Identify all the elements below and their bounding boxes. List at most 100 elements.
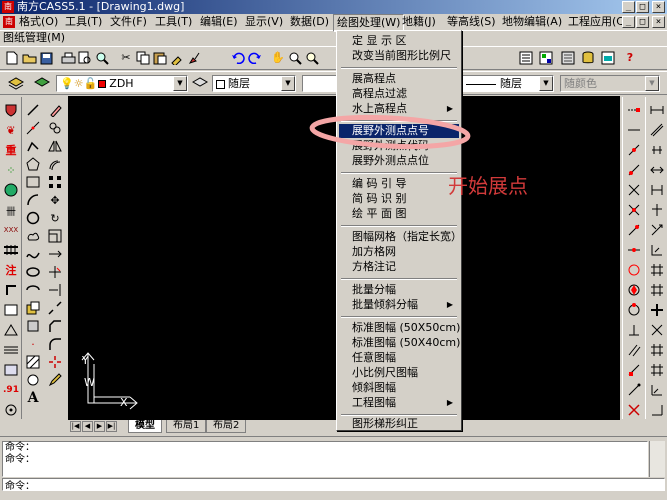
layer-previous-icon[interactable]: [192, 75, 208, 91]
copy-icon[interactable]: [135, 50, 151, 66]
move-icon[interactable]: ✥: [46, 191, 64, 209]
tab-last-icon[interactable]: ▶|: [106, 421, 117, 432]
dim-continue-icon[interactable]: [648, 261, 666, 279]
menu-tools-1[interactable]: 工具(T): [65, 15, 102, 29]
array-icon[interactable]: [46, 173, 64, 191]
menu-item-standard-sheet-50x50[interactable]: 标准图幅 (50X50cm): [339, 321, 460, 335]
app-maximize-button[interactable]: □: [636, 1, 649, 13]
spline-icon[interactable]: [24, 245, 42, 263]
command-scrollbar[interactable]: [649, 441, 665, 477]
dim-edit-icon[interactable]: [648, 341, 666, 359]
menu-item-trapezoid-correction[interactable]: 图形梯形纠正: [339, 417, 459, 431]
menu-contour[interactable]: 等高线(S): [447, 15, 496, 29]
make-layer-current-icon[interactable]: [34, 75, 50, 91]
snap-parallel-icon[interactable]: [625, 341, 643, 359]
menu-item-draw-plan[interactable]: 绘 平 面 图: [339, 207, 459, 221]
layer-manager-icon[interactable]: [8, 75, 24, 91]
trim-icon[interactable]: [46, 263, 64, 281]
polygon-icon[interactable]: [24, 155, 42, 173]
design-center-icon[interactable]: [538, 50, 554, 66]
tool-triangle-icon[interactable]: [2, 321, 20, 339]
tab-layout1[interactable]: 布局1: [166, 420, 207, 433]
menu-item-show-point-positions[interactable]: 展野外测点点位: [339, 154, 459, 168]
snap-node-icon[interactable]: [625, 381, 643, 399]
print-preview-icon[interactable]: [77, 50, 93, 66]
brush-icon[interactable]: [186, 50, 202, 66]
dim-update-icon[interactable]: [648, 361, 666, 379]
menu-item-sheet-grid[interactable]: 图幅网格（指定长宽）: [339, 230, 462, 244]
menu-item-define-display-area[interactable]: 定 显 示 区: [339, 34, 459, 48]
snap-perp2-icon[interactable]: [625, 321, 643, 339]
tool-heart-icon[interactable]: ❦: [2, 121, 20, 139]
snap-mid-icon[interactable]: [625, 181, 643, 199]
dim-ordinate-icon[interactable]: [648, 161, 666, 179]
tool-zhu[interactable]: 注: [2, 261, 20, 279]
tool-zhong[interactable]: 重: [2, 141, 20, 159]
dim-center-icon[interactable]: [648, 321, 666, 339]
menu-item-change-scale[interactable]: 改变当前图形比例尺: [339, 49, 459, 63]
tool-corner-icon[interactable]: [2, 281, 20, 299]
copy-object-icon[interactable]: [46, 119, 64, 137]
snap-tan2-icon[interactable]: [625, 301, 643, 319]
help-icon[interactable]: ?: [622, 50, 638, 66]
properties-icon[interactable]: [518, 50, 534, 66]
snap-line-icon[interactable]: [625, 121, 643, 139]
mirror-icon[interactable]: [46, 137, 64, 155]
menu-item-batch-tilt-split[interactable]: 批量倾斜分幅 ▶: [339, 298, 459, 312]
tool-globe-icon[interactable]: [2, 181, 20, 199]
layer-combo[interactable]: 💡☼🔓 ZDH ▼: [56, 75, 188, 92]
tool-dots-icon[interactable]: ⁘: [2, 161, 20, 179]
multiline-text-icon[interactable]: A: [24, 389, 42, 407]
paste-icon[interactable]: [152, 50, 168, 66]
snap-intersect-icon[interactable]: [625, 201, 643, 219]
ellipse-icon[interactable]: [24, 263, 42, 281]
tool-map-icon[interactable]: [2, 361, 20, 379]
tab-layout2[interactable]: 布局2: [206, 420, 247, 433]
menu-item-water-elevation[interactable]: 水上高程点 ▶: [339, 102, 459, 116]
polyline-icon[interactable]: [24, 137, 42, 155]
menu-edit[interactable]: 编辑(E): [200, 15, 238, 29]
menu-item-grid-annotation[interactable]: 方格注记: [339, 260, 459, 274]
dim-linear-icon[interactable]: [648, 101, 666, 119]
rotate-icon[interactable]: ↻: [46, 209, 64, 227]
database-icon[interactable]: [580, 50, 596, 66]
tool-rails-icon[interactable]: [2, 241, 20, 259]
hatch-icon[interactable]: [24, 353, 42, 371]
zoom-realtime-icon[interactable]: [287, 50, 303, 66]
ellipse-arc-icon[interactable]: [24, 281, 42, 299]
menu-item-shortcode-recognize[interactable]: 简 码 识 别: [339, 192, 459, 206]
tool-palette-icon[interactable]: [560, 50, 576, 66]
match-properties-icon[interactable]: [169, 50, 185, 66]
stretch-icon[interactable]: [46, 245, 64, 263]
color-combo[interactable]: 随层 ▼: [212, 75, 296, 92]
snap-quad-icon[interactable]: [625, 281, 643, 299]
linetype-combo[interactable]: [302, 75, 337, 92]
app-close-button[interactable]: ×: [652, 1, 665, 13]
tool-circle-dot-icon[interactable]: [2, 401, 20, 419]
dim-tol-icon[interactable]: [648, 301, 666, 319]
zoom-window-icon[interactable]: [304, 50, 320, 66]
menu-item-show-point-codes[interactable]: 展野外测点代码: [339, 139, 459, 153]
layer-combo-arrow[interactable]: ▼: [173, 76, 187, 91]
offset-icon[interactable]: [46, 155, 64, 173]
break-icon[interactable]: [46, 299, 64, 317]
menu-feature-edit[interactable]: 地物编辑(A): [502, 15, 562, 29]
dim-override-icon[interactable]: [648, 401, 666, 419]
extend-icon[interactable]: [46, 281, 64, 299]
new-file-icon[interactable]: [4, 50, 20, 66]
plotstyle-combo[interactable]: 随颜色 ▼: [560, 75, 660, 92]
undo-icon[interactable]: [230, 50, 246, 66]
snap-insert-icon[interactable]: [625, 361, 643, 379]
dim-angle-icon[interactable]: [648, 201, 666, 219]
tool-box-icon[interactable]: [2, 301, 20, 319]
revision-cloud-icon[interactable]: [24, 227, 42, 245]
tab-next-icon[interactable]: ▶: [94, 421, 105, 432]
tool-layers-icon[interactable]: [2, 341, 20, 359]
layers-icon[interactable]: [600, 50, 616, 66]
redo-icon[interactable]: [247, 50, 263, 66]
rectangle-icon[interactable]: [24, 173, 42, 191]
point-icon[interactable]: ·: [24, 335, 42, 353]
menu-item-batch-split[interactable]: 批量分幅: [339, 283, 459, 297]
menu-engineering[interactable]: 工程应用(C): [568, 15, 628, 29]
menu-item-arbitrary-sheet[interactable]: 任意图幅: [339, 351, 459, 365]
